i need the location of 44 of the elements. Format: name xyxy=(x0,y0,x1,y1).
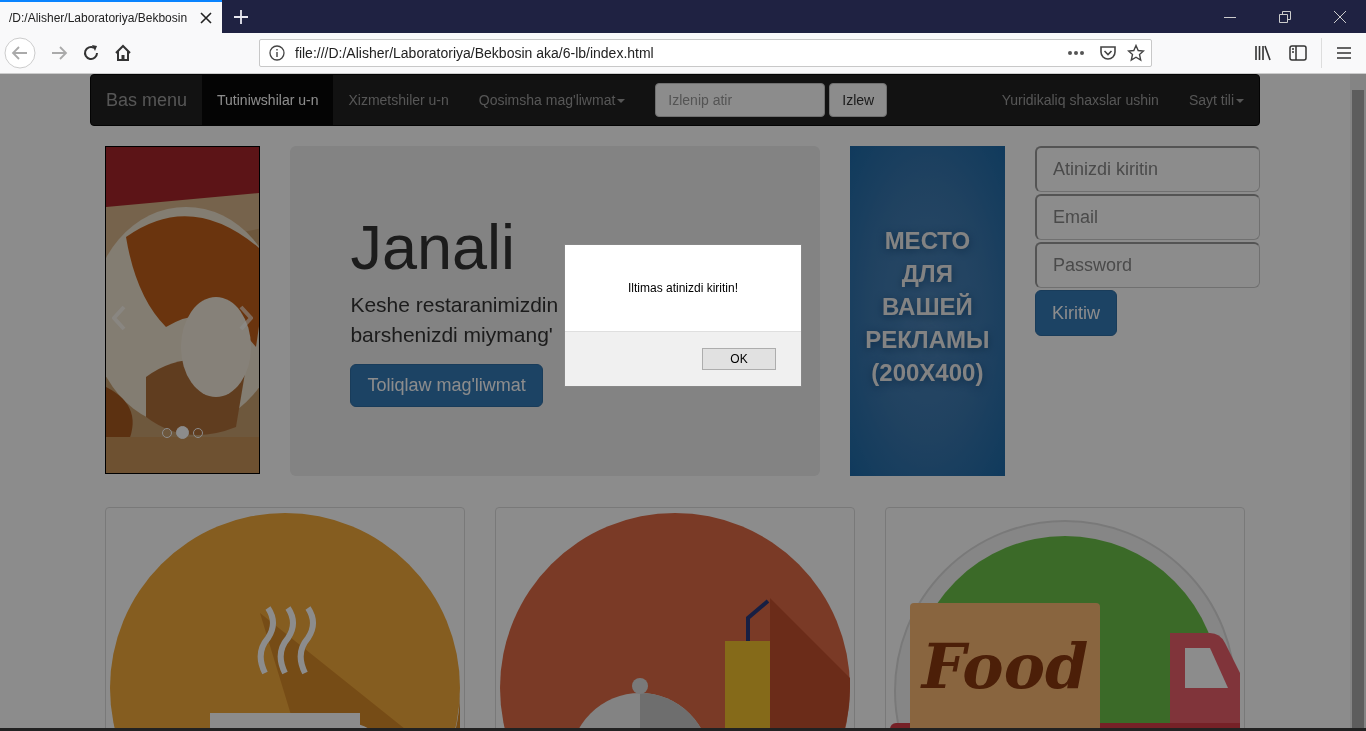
more-info-button[interactable]: Toliqlaw mag'liwmat xyxy=(350,364,543,407)
menu-icon[interactable] xyxy=(1336,45,1352,61)
browser-tab[interactable]: /D:/Alisher/Laboratoriya/Bekbosin xyxy=(0,0,222,33)
ok-button[interactable]: OK xyxy=(702,348,776,370)
nav-link[interactable]: Sayt tili xyxy=(1173,75,1259,125)
tab-title: /D:/Alisher/Laboratoriya/Bekbosin xyxy=(9,10,189,25)
ad-text: РЕКЛАМЫ xyxy=(865,324,990,355)
ad-text: ДЛЯ xyxy=(900,258,954,289)
nav-link[interactable]: Xizmetshiler u-n xyxy=(333,75,464,125)
brand-link[interactable]: Bas menu xyxy=(91,75,203,125)
sidebar-icon[interactable] xyxy=(1289,44,1307,62)
reload-icon[interactable] xyxy=(82,44,100,62)
search-button[interactable]: Izlew xyxy=(829,83,888,117)
input-field[interactable]: Atinizdi kiritin xyxy=(1035,146,1260,192)
caret-icon xyxy=(1236,99,1244,104)
close-icon[interactable] xyxy=(200,11,212,24)
illustration-text: Food xyxy=(921,630,1089,703)
submit-button[interactable]: Kiritiw xyxy=(1035,290,1117,336)
jumbotron-text: barshenizdi miymang' xyxy=(350,322,554,348)
restore-icon[interactable] xyxy=(1279,10,1291,23)
star-icon[interactable] xyxy=(1127,44,1145,62)
input-field[interactable]: Email xyxy=(1035,194,1260,240)
scroll-thumb[interactable] xyxy=(1352,90,1364,731)
nav-link[interactable]: Yuridikaliq shaxslar ushin xyxy=(986,75,1174,125)
search-field[interactable]: Izlenip atir xyxy=(655,83,826,117)
info-icon[interactable] xyxy=(269,45,285,61)
caret-icon xyxy=(617,99,626,104)
dialog-message: Iltimas atinizdi kiritin! xyxy=(627,280,739,297)
nav-link[interactable]: Qosimsha mag'liwmat xyxy=(463,75,641,125)
jumbotron-heading: Janali xyxy=(350,214,516,280)
library-icon[interactable] xyxy=(1254,44,1272,62)
more-icon[interactable] xyxy=(1067,50,1085,56)
scrollbar[interactable] xyxy=(1350,74,1366,731)
input-field[interactable]: Password xyxy=(1035,242,1260,288)
address-bar[interactable]: file:///D:/Alisher/Laboratoriya/Bekbosin aka/6-lb/index.html xyxy=(259,39,1152,67)
home-icon[interactable] xyxy=(114,44,132,62)
pocket-icon[interactable] xyxy=(1099,44,1117,62)
url-text: file:///D:/Alisher/Laboratoriya/Bekbosin aka/6-lb/index.html xyxy=(295,45,654,61)
new-tab-icon[interactable] xyxy=(233,8,249,25)
nav-link[interactable]: Tutiniwshilar u-n xyxy=(202,75,334,125)
jumbotron-text: Keshe restaranimizdin xyxy=(350,292,560,318)
ad-text: МЕСТО xyxy=(883,225,972,256)
ad-text: (200X400) xyxy=(870,357,985,388)
ad-text: ВАШЕЙ xyxy=(880,291,974,322)
